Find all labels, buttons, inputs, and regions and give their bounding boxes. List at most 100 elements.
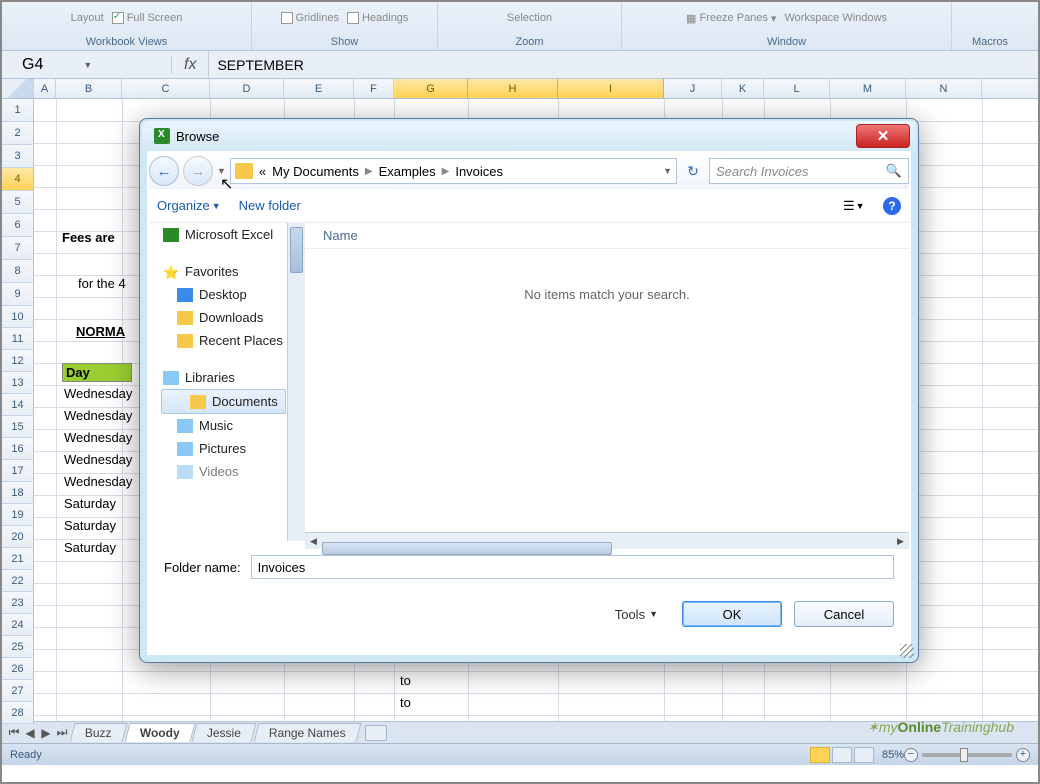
sheet-tab-buzz[interactable]: Buzz	[69, 723, 127, 742]
ribbon-gridlines[interactable]: Gridlines	[281, 12, 339, 24]
sheet-tab-jessie[interactable]: Jessie	[192, 723, 257, 742]
close-button[interactable]: ✕	[856, 124, 910, 148]
ribbon-selection[interactable]: Selection	[507, 12, 552, 24]
row-header-16[interactable]: 16	[2, 438, 34, 460]
col-header-G[interactable]: G	[394, 79, 468, 98]
col-header-F[interactable]: F	[354, 79, 394, 98]
tree-scrollbar[interactable]	[287, 223, 304, 541]
ribbon-workspace-windows[interactable]: Workspace Windows	[784, 12, 887, 24]
row-header-23[interactable]: 23	[2, 592, 34, 614]
row-header-7[interactable]: 7	[2, 237, 34, 260]
row-header-4[interactable]: 4	[2, 168, 34, 191]
sheet-tab-range-names[interactable]: Range Names	[254, 723, 362, 742]
refresh-icon[interactable]: ↻	[681, 159, 705, 183]
new-sheet-button[interactable]	[365, 725, 387, 741]
chevron-down-icon[interactable]: ▼	[663, 166, 672, 176]
organize-dropdown[interactable]: Organize ▼	[157, 198, 221, 213]
tree-music[interactable]: Music	[149, 414, 304, 437]
breadcrumb[interactable]: « My Documents▶ Examples▶ Invoices ▼	[230, 158, 677, 184]
ribbon-layout[interactable]: Layout	[71, 12, 104, 24]
sheet-tab-woody[interactable]: Woody	[124, 723, 195, 742]
col-header-B[interactable]: B	[56, 79, 122, 98]
file-hscrollbar[interactable]: ◀▶	[305, 532, 909, 549]
fx-icon[interactable]: fx	[172, 51, 209, 78]
row-header-3[interactable]: 3	[2, 145, 34, 168]
ribbon-freezepanes[interactable]: ▦ Freeze Panes ▾	[686, 12, 776, 25]
row-header-26[interactable]: 26	[2, 658, 34, 680]
row-header-14[interactable]: 14	[2, 394, 34, 416]
col-header-J[interactable]: J	[664, 79, 722, 98]
help-icon[interactable]: ?	[883, 197, 901, 215]
tab-nav-next[interactable]: ▶	[38, 725, 54, 741]
row-header-18[interactable]: 18	[2, 482, 34, 504]
row-header-19[interactable]: 19	[2, 504, 34, 526]
tree-recent-places[interactable]: Recent Places	[149, 329, 304, 352]
column-header-name[interactable]: Name	[305, 223, 909, 249]
tab-nav-last[interactable]: ⏭	[54, 725, 70, 741]
tree-libraries[interactable]: Libraries	[149, 366, 304, 389]
chevron-down-icon[interactable]: ▼	[83, 60, 92, 70]
zoom-in[interactable]: +	[1016, 748, 1030, 762]
formula-content[interactable]: SEPTEMBER	[209, 57, 303, 73]
search-input[interactable]: Search Invoices 🔍	[709, 158, 909, 184]
cancel-button[interactable]: Cancel	[794, 601, 894, 627]
dialog-titlebar[interactable]: Browse ✕	[142, 121, 916, 151]
col-header-D[interactable]: D	[210, 79, 284, 98]
row-header-5[interactable]: 5	[2, 191, 34, 214]
new-folder-button[interactable]: New folder	[239, 198, 301, 213]
col-header-L[interactable]: L	[764, 79, 830, 98]
row-header-28[interactable]: 28	[2, 702, 34, 724]
row-header-2[interactable]: 2	[2, 122, 34, 145]
row-header-22[interactable]: 22	[2, 570, 34, 592]
ribbon-fullscreen[interactable]: Full Screen	[112, 12, 183, 24]
row-header-13[interactable]: 13	[2, 372, 34, 394]
folder-name-input[interactable]	[251, 555, 894, 579]
tree-pictures[interactable]: Pictures	[149, 437, 304, 460]
row-header-6[interactable]: 6	[2, 214, 34, 237]
col-header-N[interactable]: N	[906, 79, 982, 98]
name-box[interactable]: G4▼	[2, 56, 172, 74]
tree-documents[interactable]: Documents	[161, 389, 286, 414]
row-header-15[interactable]: 15	[2, 416, 34, 438]
zoom-out[interactable]: −	[904, 748, 918, 762]
row-header-12[interactable]: 12	[2, 350, 34, 372]
col-header-E[interactable]: E	[284, 79, 354, 98]
tab-nav-first[interactable]: ⏮	[6, 725, 22, 741]
row-header-9[interactable]: 9	[2, 283, 34, 306]
row-header-25[interactable]: 25	[2, 636, 34, 658]
row-header-11[interactable]: 11	[2, 328, 34, 350]
nav-back-button[interactable]: ←	[149, 156, 179, 186]
col-header-I[interactable]: I	[558, 79, 664, 98]
row-header-17[interactable]: 17	[2, 460, 34, 482]
tree-downloads[interactable]: Downloads	[149, 306, 304, 329]
tree-excel[interactable]: Microsoft Excel	[149, 223, 304, 246]
col-header-M[interactable]: M	[830, 79, 906, 98]
tree-videos[interactable]: Videos	[149, 460, 304, 483]
col-header-H[interactable]: H	[468, 79, 558, 98]
col-header-K[interactable]: K	[722, 79, 764, 98]
row-header-8[interactable]: 8	[2, 260, 34, 283]
select-all-cell[interactable]	[2, 79, 34, 98]
row-header-20[interactable]: 20	[2, 526, 34, 548]
row-header-24[interactable]: 24	[2, 614, 34, 636]
ok-button[interactable]: OK	[682, 601, 782, 627]
zoom-percent[interactable]: 85%	[882, 749, 904, 761]
nav-forward-button[interactable]: →	[183, 156, 213, 186]
ribbon-headings[interactable]: Headings	[347, 12, 408, 24]
col-header-A[interactable]: A	[34, 79, 56, 98]
resize-grip[interactable]	[900, 644, 914, 658]
tree-favorites[interactable]: ⭐Favorites	[149, 260, 304, 283]
row-header-21[interactable]: 21	[2, 548, 34, 570]
zoom-slider[interactable]	[922, 753, 1012, 757]
tab-nav-prev[interactable]: ◀	[22, 725, 38, 741]
tools-dropdown[interactable]: Tools ▼	[615, 607, 658, 622]
view-normal[interactable]	[810, 747, 830, 763]
file-list[interactable]: Name No items match your search. ↖ ◀▶	[305, 223, 909, 541]
view-page-break[interactable]	[854, 747, 874, 763]
col-header-C[interactable]: C	[122, 79, 210, 98]
view-options-icon[interactable]: ☰ ▼	[843, 197, 869, 215]
row-header-27[interactable]: 27	[2, 680, 34, 702]
row-header-1[interactable]: 1	[2, 99, 34, 122]
tree-desktop[interactable]: Desktop	[149, 283, 304, 306]
view-page-layout[interactable]	[832, 747, 852, 763]
